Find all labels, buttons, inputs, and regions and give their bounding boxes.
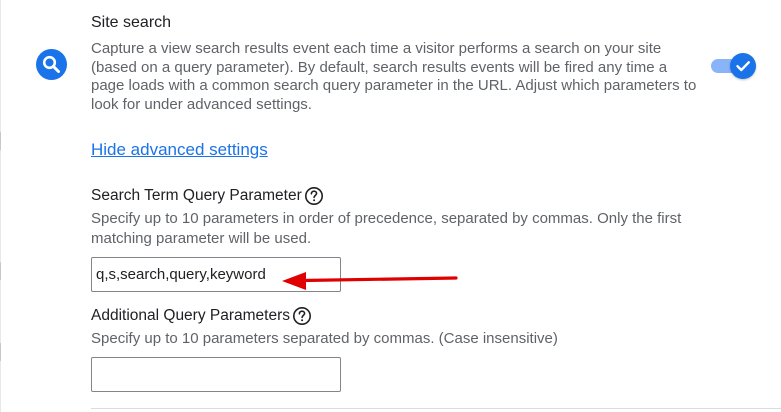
section-description: Capture a view search results event each… [91,40,697,113]
checkmark-icon [736,61,750,72]
search-term-param-label: Search Term Query Parameter [91,187,302,204]
search-term-param-description: Specify up to 10 parameters in order of … [91,210,682,247]
search-icon [36,49,67,80]
hide-advanced-settings-link[interactable]: Hide advanced settings [91,140,268,160]
section-title: Site search [91,14,172,31]
edge-tick [0,132,1,150]
help-circle-icon[interactable] [292,306,312,326]
edge-tick [0,262,1,280]
additional-params-input[interactable] [91,357,341,392]
toggle-knob [730,53,756,79]
search-term-param-label-row: Search Term Query Parameter [91,186,324,206]
section-divider [91,408,781,409]
red-arrow-annotation [282,272,458,290]
edge-tick [0,343,1,361]
site-search-settings-panel: Site search Capture a view search result… [0,0,781,412]
site-search-toggle[interactable] [710,53,756,79]
left-scroll-edge [0,0,1,412]
additional-params-label: Additional Query Parameters [91,307,291,324]
additional-params-label-row: Additional Query Parameters [91,306,312,326]
help-circle-icon[interactable] [304,186,324,206]
additional-params-description: Specify up to 10 parameters separated by… [91,330,558,347]
